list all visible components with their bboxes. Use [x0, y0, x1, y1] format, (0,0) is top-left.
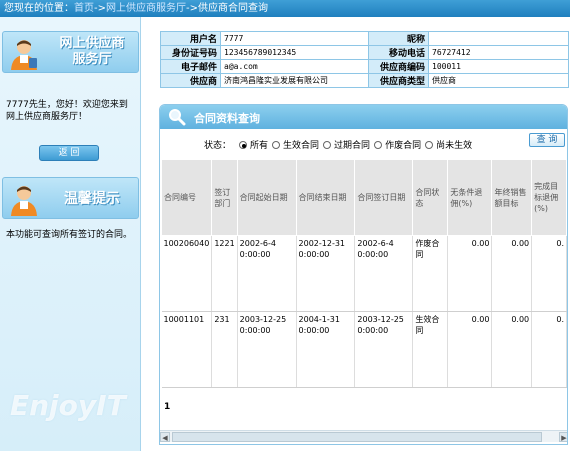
column-header[interactable]: 签订部门 [211, 159, 238, 236]
breadcrumb-separator: -> [186, 3, 198, 14]
status-radio-void[interactable] [374, 140, 383, 149]
status-option-label: 过期合同 [334, 141, 371, 151]
column-header[interactable]: 完成目标退佣(%) [531, 159, 567, 236]
contract-table: 合同编号 签订部门 合同起始日期 合同结束日期 合同签订日期 合同状态 无条件退… [160, 159, 567, 388]
tips-title: 温馨提示 [64, 191, 120, 207]
supplier-type-label: 供应商类型 [368, 73, 429, 88]
mobile-value: 76727412 [428, 45, 569, 60]
supplier-label: 供应商 [160, 73, 221, 88]
status-option-label: 尚未生效 [436, 141, 473, 151]
status-radio-pending[interactable] [425, 140, 434, 149]
magnifier-icon [169, 109, 186, 126]
cell-contract-no: 10001101 [161, 311, 213, 388]
user-info-table: 用户名 7777 昵称 身份证号码 123456789012345 移动电话 7… [160, 31, 569, 88]
status-radio-expired[interactable] [323, 140, 332, 149]
sidebar-header: 网上供应商 服务厅 [2, 31, 139, 73]
assistant-icon [11, 186, 37, 216]
nickname-label: 昵称 [368, 31, 429, 46]
scrollbar-thumb[interactable] [172, 432, 542, 442]
status-label: 状态： [204, 141, 232, 151]
status-option-label: 生效合同 [283, 141, 320, 151]
supplier-code-label: 供应商编码 [368, 59, 429, 74]
cell-status: 作废合同 [412, 235, 449, 312]
breadcrumb: 您现在的位置：首页->网上供应商服务厅->供应商合同查询 [0, 0, 570, 17]
cell-target-rebate: 0. [531, 311, 567, 388]
cell-sales-target: 0.00 [491, 311, 533, 388]
contract-query-panel: 合同资料查询 状态： 所有 生效合同 过期合同 作废合同 尚未生效 查 询 合同… [159, 104, 568, 445]
column-header[interactable]: 无条件退佣(%) [447, 159, 493, 236]
email-label: 电子邮件 [160, 59, 221, 74]
back-button[interactable]: 返 回 [39, 145, 99, 161]
status-option-label: 作废合同 [385, 141, 422, 151]
breadcrumb-prefix: 您现在的位置： [4, 3, 74, 14]
scroll-right-icon[interactable]: ▶ [559, 432, 567, 442]
username-value: 7777 [220, 31, 369, 46]
cell-start-date: 2003-12-25 0:00:00 [237, 311, 297, 388]
supplier-value: 济南鸿昌隆实业发展有限公司 [220, 73, 369, 88]
tips-text: 本功能可查询所有签订的合同。 [6, 230, 133, 240]
service-agent-icon [11, 40, 37, 70]
cell-start-date: 2002-6-4 0:00:00 [237, 235, 297, 312]
supplier-code-value: 100011 [428, 59, 569, 74]
cell-end-date: 2002-12-31 0:00:00 [296, 235, 356, 312]
idcard-label: 身份证号码 [160, 45, 221, 60]
column-header[interactable]: 合同结束日期 [295, 159, 356, 236]
cell-target-rebate: 0. [531, 235, 567, 312]
column-header[interactable]: 合同签订日期 [354, 159, 414, 236]
status-filter: 状态： 所有 生效合同 过期合同 作废合同 尚未生效 [204, 138, 472, 151]
cell-status: 生效合同 [412, 311, 449, 388]
idcard-value: 123456789012345 [220, 45, 369, 60]
breadcrumb-home-link[interactable]: 首页 [74, 3, 94, 14]
table-row[interactable]: 100206040 1221 2002-6-4 0:00:00 2002-12-… [161, 235, 567, 312]
username-label: 用户名 [160, 31, 221, 46]
cell-contract-no: 100206040 [161, 235, 213, 312]
breadcrumb-current: 供应商合同查询 [198, 3, 268, 14]
cell-sales-target: 0.00 [491, 235, 533, 312]
column-header[interactable]: 合同起始日期 [236, 159, 297, 236]
cell-sign-date: 2002-6-4 0:00:00 [354, 235, 414, 312]
supplier-type-value: 供应商 [428, 73, 569, 88]
tips-header: 温馨提示 [2, 177, 139, 219]
column-header[interactable]: 合同编号 [160, 159, 213, 236]
status-option-label: 所有 [250, 141, 269, 151]
cell-unconditional-rebate: 0.00 [447, 235, 493, 312]
column-header[interactable]: 合同状态 [412, 159, 449, 236]
page-number-link[interactable]: 1 [164, 402, 170, 412]
panel-header: 合同资料查询 [160, 105, 567, 129]
table-header-row: 合同编号 签订部门 合同起始日期 合同结束日期 合同签订日期 合同状态 无条件退… [160, 159, 567, 236]
cell-unconditional-rebate: 0.00 [447, 311, 493, 388]
cell-end-date: 2004-1-31 0:00:00 [296, 311, 356, 388]
sidebar: 网上供应商 服务厅 7777先生，您好！欢迎您来到网上供应商服务厅！ 返 回 温… [0, 17, 141, 451]
sidebar-title: 网上供应商 服务厅 [59, 36, 125, 67]
status-radio-all[interactable] [239, 140, 248, 149]
query-button[interactable]: 查 询 [529, 133, 565, 147]
status-radio-active[interactable] [272, 140, 281, 149]
mobile-label: 移动电话 [368, 45, 429, 60]
cell-department: 1221 [211, 235, 238, 312]
watermark: EnjoyIT [10, 389, 126, 422]
column-header[interactable]: 年终销售额目标 [491, 159, 533, 236]
breadcrumb-separator: -> [94, 3, 106, 14]
scroll-left-icon[interactable]: ◀ [160, 432, 170, 442]
panel-title: 合同资料查询 [194, 112, 260, 125]
nickname-value [428, 31, 569, 46]
welcome-text: 7777先生，您好！欢迎您来到网上供应商服务厅！ [6, 100, 128, 122]
email-value: a@a.com [220, 59, 369, 74]
table-row[interactable]: 10001101 231 2003-12-25 0:00:00 2004-1-3… [161, 311, 567, 388]
horizontal-scrollbar[interactable]: ◀ ▶ [160, 430, 567, 442]
cell-department: 231 [211, 311, 238, 388]
cell-sign-date: 2003-12-25 0:00:00 [354, 311, 414, 388]
breadcrumb-section-link[interactable]: 网上供应商服务厅 [106, 3, 186, 14]
